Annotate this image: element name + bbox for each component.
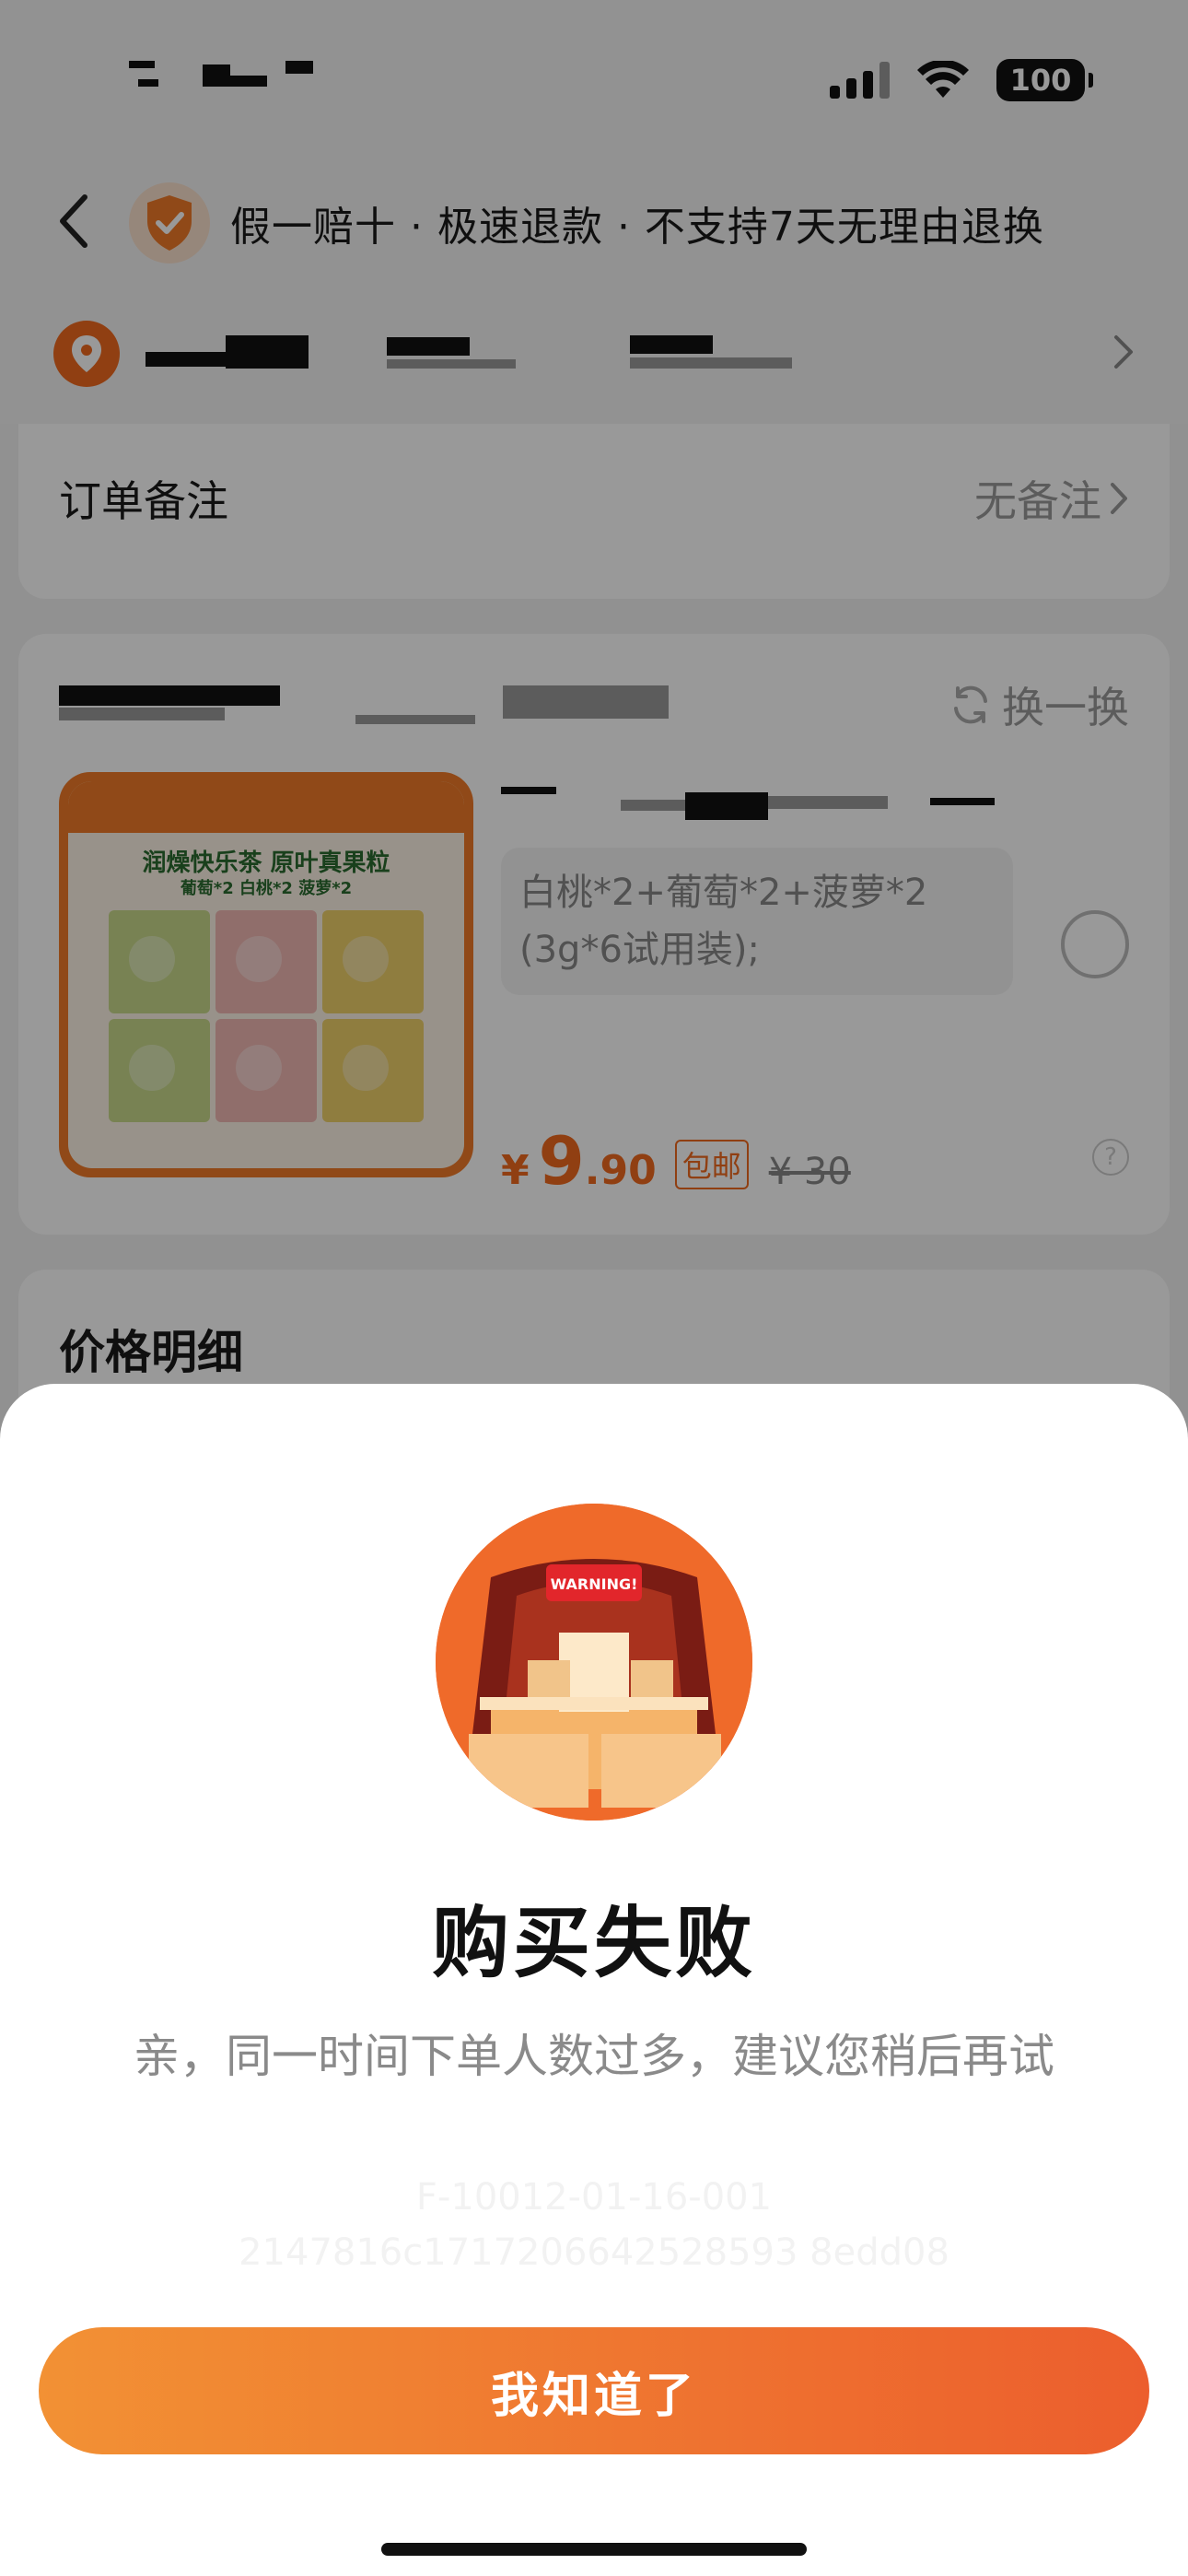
trace-id: 2147816c1717206642528593 8edd08 <box>239 2231 949 2274</box>
purchase-failed-sheet: WARNING! 购买失败 亲，同一时间下单人数过多，建议您稍后再试 F-100… <box>0 1384 1188 2576</box>
dialog-title: 购买失败 <box>431 1898 756 1988</box>
svg-text:WARNING!: WARNING! <box>551 1575 638 1593</box>
dialog-message: 亲，同一时间下单人数过多，建议您稍后再试 <box>134 2030 1054 2083</box>
order-confirm-screen: 100 假一赔十 · 极速退款 · 不支持7天无理由退换 订单备注 无备注 换一… <box>0 0 1188 2576</box>
home-indicator[interactable] <box>381 2543 807 2556</box>
error-code: F-10012-01-16-001 <box>415 2176 773 2219</box>
warning-truck-illustration: WARNING! <box>436 1504 752 1821</box>
acknowledge-button[interactable]: 我知道了 <box>39 2327 1149 2454</box>
